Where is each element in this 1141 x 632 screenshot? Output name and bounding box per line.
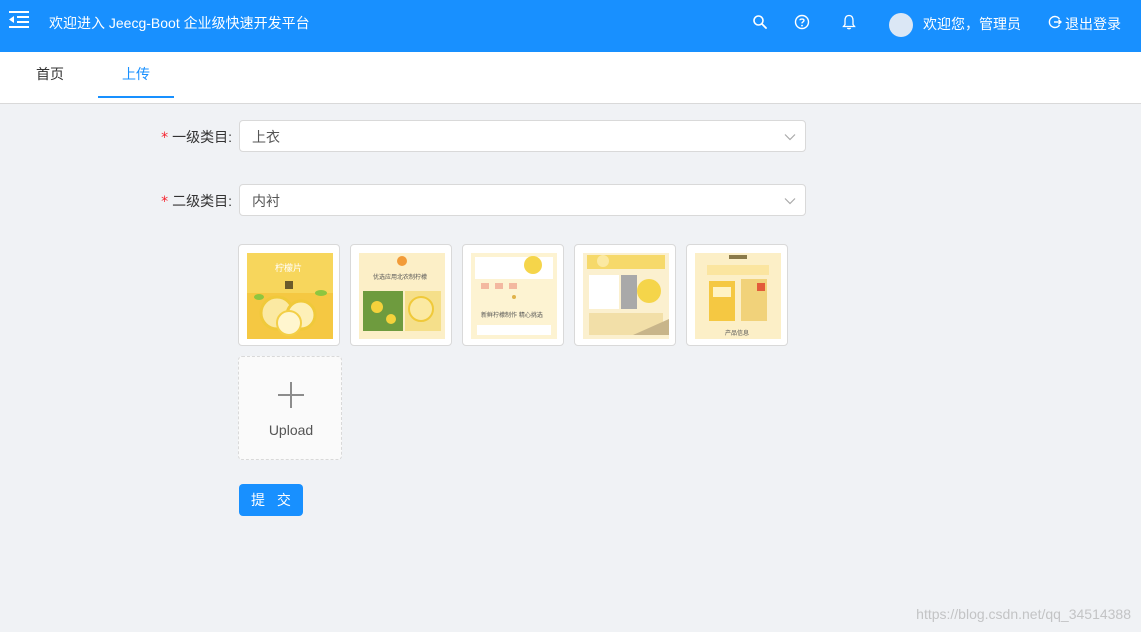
top-header: 欢迎进入 Jeecg-Boot 企业级快速开发平台 欢迎您，管理员 退出登录 xyxy=(0,0,1141,52)
category2-select[interactable]: 内衬 xyxy=(239,184,806,216)
category2-label: * 二级类目: xyxy=(161,193,232,210)
logout-icon xyxy=(1048,15,1063,34)
uploaded-image-2[interactable]: 优选应用北农制柠檬 xyxy=(350,244,452,346)
required-mark: * xyxy=(161,130,169,146)
logout-label: 退出登录 xyxy=(1065,16,1121,32)
logout-button[interactable]: 退出登录 xyxy=(1048,14,1121,34)
user-avatar[interactable] xyxy=(889,13,913,37)
lemon-slices-image: 柠檬片 xyxy=(247,253,333,339)
bell-icon[interactable] xyxy=(841,14,857,30)
category2-value: 内衬 xyxy=(252,193,280,209)
uploaded-image-3[interactable]: 新鲜柠檬制作 精心挑选 xyxy=(462,244,564,346)
svg-text:优选应用北农制柠檬: 优选应用北农制柠檬 xyxy=(373,273,427,281)
tab-upload[interactable]: 上传 xyxy=(98,52,174,98)
menu-fold-icon[interactable] xyxy=(9,10,31,30)
app-title: 欢迎进入 Jeecg-Boot 企业级快速开发平台 xyxy=(49,15,310,31)
welcome-text[interactable]: 欢迎您，管理员 xyxy=(923,15,1021,33)
svg-text:柠檬片: 柠檬片 xyxy=(275,262,302,274)
lemon-package-image: 产品信息 xyxy=(695,253,781,339)
tab-bar: 首页 上传 xyxy=(0,52,1141,104)
uploaded-image-5[interactable]: 产品信息 xyxy=(686,244,788,346)
upload-label: Upload xyxy=(268,422,314,438)
category1-label: * 一级类目: xyxy=(161,129,232,146)
chevron-down-icon xyxy=(784,194,796,206)
tab-home[interactable]: 首页 xyxy=(24,52,76,96)
category1-value: 上衣 xyxy=(252,129,280,145)
lemon-detail-image xyxy=(583,253,669,339)
lemon-process-image: 新鲜柠檬制作 精心挑选 xyxy=(471,253,557,339)
watermark: https://blog.csdn.net/qq_34514388 xyxy=(916,606,1131,622)
uploaded-image-1[interactable]: 柠檬片 xyxy=(238,244,340,346)
svg-text:新鲜柠檬制作 精心挑选: 新鲜柠檬制作 精心挑选 xyxy=(481,311,543,319)
search-icon[interactable] xyxy=(752,14,768,30)
help-icon[interactable] xyxy=(794,14,810,30)
required-mark: * xyxy=(161,194,169,210)
category1-select[interactable]: 上衣 xyxy=(239,120,806,152)
upload-button[interactable]: Upload xyxy=(238,356,342,460)
lemon-tree-image: 优选应用北农制柠檬 xyxy=(359,253,445,339)
chevron-down-icon xyxy=(784,130,796,142)
svg-text:产品信息: 产品信息 xyxy=(725,329,749,337)
submit-button[interactable]: 提 交 xyxy=(239,484,303,516)
uploaded-image-4[interactable] xyxy=(574,244,676,346)
plus-icon xyxy=(277,381,305,409)
